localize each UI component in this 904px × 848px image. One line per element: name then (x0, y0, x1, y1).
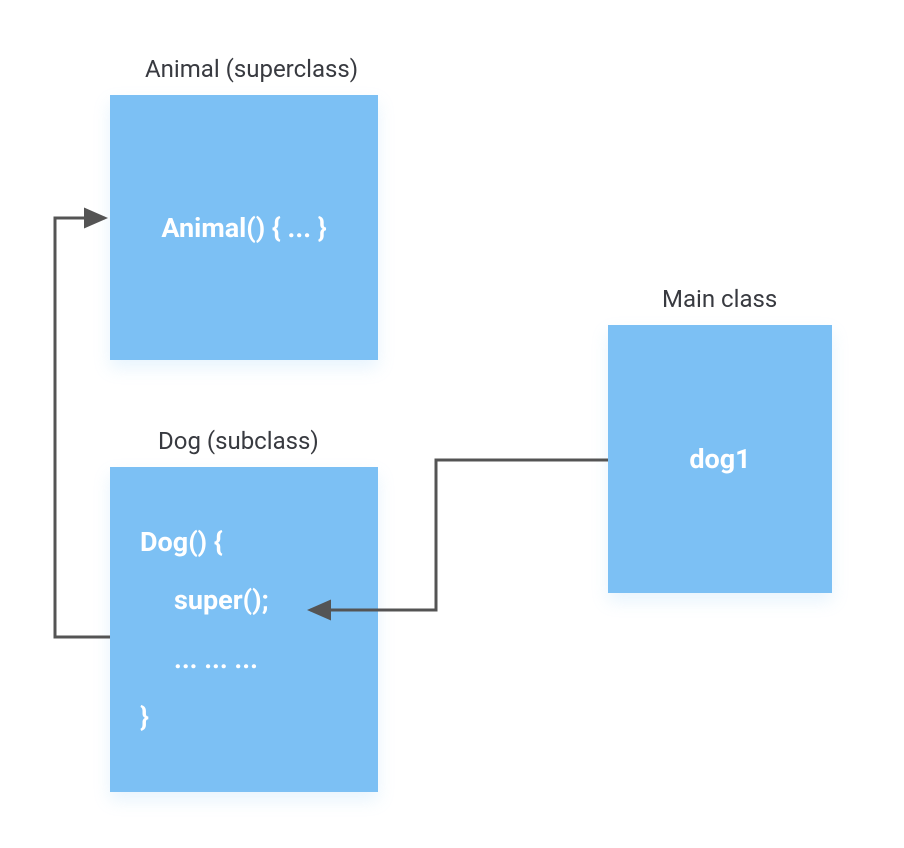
dog-line-close: } (140, 699, 352, 735)
arrow-dog-to-animal (55, 218, 110, 637)
animal-title: Animal (superclass) (145, 55, 358, 83)
animal-box: Animal() { ... } (110, 95, 378, 360)
main-box: dog1 (608, 325, 832, 593)
animal-constructor-text: Animal() { ... } (161, 212, 326, 244)
main-title: Main class (662, 285, 777, 313)
dog-line-open: Dog() { (140, 524, 352, 560)
dog-line-super: super(); (140, 582, 352, 618)
diagram-canvas: Animal (superclass) Animal() { ... } Dog… (0, 0, 904, 848)
dog-box: Dog() { super(); ... ... ... } (110, 467, 378, 792)
dog-line-ellipsis: ... ... ... (140, 641, 352, 677)
main-content-text: dog1 (689, 443, 750, 475)
dog-title: Dog (subclass) (158, 427, 319, 455)
